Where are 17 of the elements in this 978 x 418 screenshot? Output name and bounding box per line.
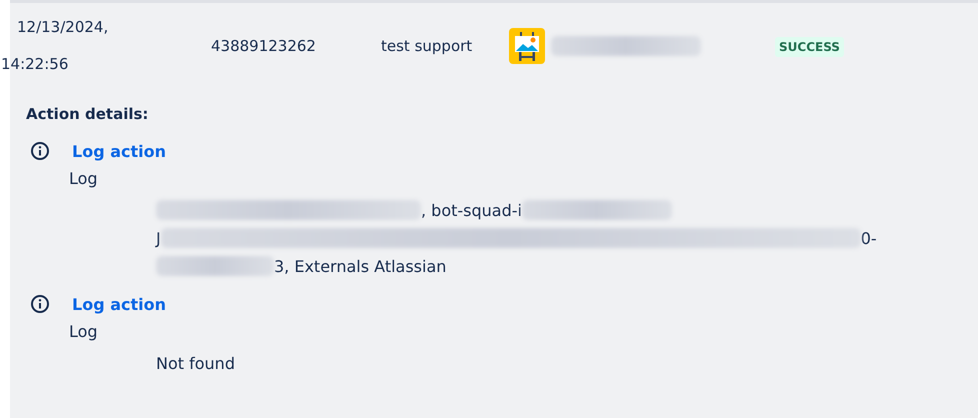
log-message-text: J bbox=[156, 228, 161, 248]
section-heading: Action details: bbox=[26, 105, 150, 123]
log-message-text: Not found bbox=[156, 354, 235, 372]
log-message-text: , bot-squad-i bbox=[421, 200, 522, 220]
actor-name: test support bbox=[381, 37, 474, 55]
log-message-text: 3, Externals Atlassian bbox=[274, 256, 446, 276]
action-type: Log bbox=[69, 322, 99, 341]
info-icon bbox=[30, 294, 50, 314]
action-title-link[interactable]: Log action bbox=[72, 142, 166, 160]
execution-id: 43889123262 bbox=[211, 37, 317, 55]
action-title-link[interactable]: Log action bbox=[72, 294, 166, 314]
easel-picture-icon bbox=[509, 28, 545, 64]
info-icon bbox=[30, 141, 50, 161]
status-lozenge: SUCCESS bbox=[775, 37, 844, 57]
action-type: Log bbox=[69, 169, 99, 188]
log-message-text: 0- bbox=[860, 228, 877, 248]
timestamp: 12/13/2024, 14:22:56 bbox=[0, 17, 110, 75]
